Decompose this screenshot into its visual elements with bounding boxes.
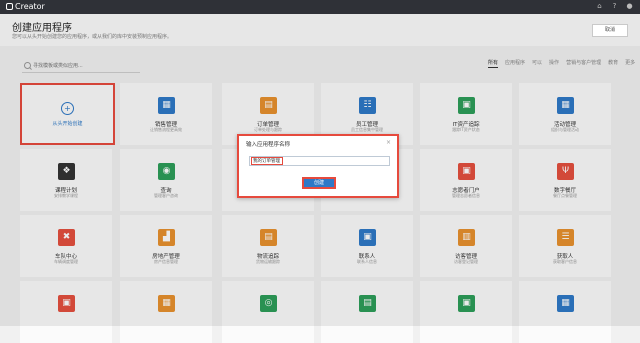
user-icon[interactable]: ●	[625, 2, 634, 11]
home-icon[interactable]: ⌂	[595, 2, 604, 11]
app-name-dialog: 输入应用程序名称 × 创建	[237, 134, 399, 198]
top-app-bar: Creator ⌂ ? ●	[0, 0, 640, 14]
logo-icon	[6, 3, 13, 10]
close-icon[interactable]: ×	[386, 139, 391, 146]
page-header: 创建应用程序 您可以从头开始创建您的应用程序，或从我们的库中安装预制应用程序。 …	[0, 14, 640, 46]
page-subtitle: 您可以从头开始创建您的应用程序，或从我们的库中安装预制应用程序。	[12, 34, 173, 40]
app-logo[interactable]: Creator	[6, 2, 45, 12]
dialog-title: 输入应用程序名称	[246, 142, 291, 148]
app-name: Creator	[15, 2, 45, 11]
app-name-field[interactable]	[249, 156, 390, 166]
cancel-button[interactable]: 取消	[592, 24, 628, 37]
help-icon[interactable]: ?	[610, 2, 619, 11]
top-icons: ⌂ ? ●	[595, 2, 634, 11]
page-title: 创建应用程序	[12, 23, 72, 34]
create-button[interactable]: 创建	[302, 177, 336, 189]
app-name-input[interactable]	[251, 157, 283, 165]
